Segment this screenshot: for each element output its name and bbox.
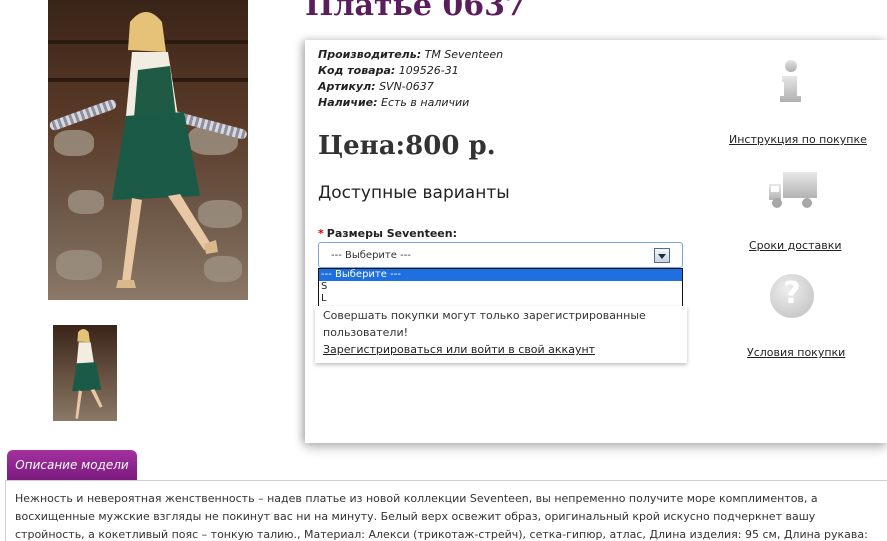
manufacturer-row: Производитель: TM Seventeen — [318, 47, 503, 63]
registration-notice: Совершать покупки могут только зарегистр… — [315, 306, 687, 363]
product-title: Платье 0637 — [305, 0, 526, 23]
chevron-down-icon[interactable] — [654, 248, 670, 263]
availability-label: Наличие: — [318, 96, 378, 109]
required-marker: * — [318, 227, 324, 240]
variants-title: Доступные варианты — [318, 183, 510, 203]
availability-row: Наличие: Есть в наличии — [318, 95, 503, 111]
article-value: SVN-0637 — [379, 80, 434, 93]
delivery-terms-link[interactable]: Сроки доставки — [749, 239, 842, 252]
purchase-instructions-link[interactable]: Инструкция по покупке — [729, 133, 867, 146]
size-select-value: --- Выберите --- — [331, 250, 411, 261]
truck-icon[interactable] — [767, 170, 819, 210]
size-option[interactable]: --- Выберите --- — [319, 269, 682, 281]
article-row: Артикул: SVN-0637 — [318, 79, 503, 95]
product-code-row: Код товара: 109526-31 — [318, 63, 503, 79]
tab-model-description[interactable]: Описание модели — [7, 450, 137, 480]
manufacturer-label: Производитель: — [318, 48, 422, 61]
size-label: * Размеры Seventeen: — [318, 227, 457, 240]
product-price: Цена:800 р. — [318, 131, 496, 161]
product-code-label: Код товара: — [318, 64, 396, 77]
product-thumbnail[interactable] — [53, 325, 117, 421]
size-label-text: Размеры Seventeen: — [326, 227, 457, 240]
product-code-value: 109526-31 — [398, 64, 459, 77]
product-main-photo[interactable] — [48, 0, 248, 300]
size-dropdown-list[interactable]: --- Выберите --- S L — [318, 268, 683, 307]
model-figure — [112, 12, 218, 288]
size-select[interactable]: --- Выберите --- — [318, 242, 683, 268]
thumbnail-figure — [72, 328, 103, 420]
size-option[interactable]: L — [319, 293, 682, 305]
product-specs: Производитель: TM Seventeen Код товара: … — [318, 47, 503, 111]
registration-notice-text: Совершать покупки могут только зарегистр… — [323, 309, 646, 339]
availability-value: Есть в наличии — [381, 96, 470, 109]
info-icon[interactable] — [770, 58, 810, 104]
purchase-conditions-link[interactable]: Условия покупки — [747, 346, 845, 359]
manufacturer-value: TM Seventeen — [424, 48, 504, 61]
size-option[interactable]: S — [319, 281, 682, 293]
question-icon[interactable] — [770, 274, 814, 318]
model-description-text: Нежность и невероятная женственность – н… — [15, 492, 868, 541]
register-login-link[interactable]: Зарегистрироваться или войти в свой акка… — [323, 343, 595, 356]
article-label: Артикул: — [318, 80, 376, 93]
